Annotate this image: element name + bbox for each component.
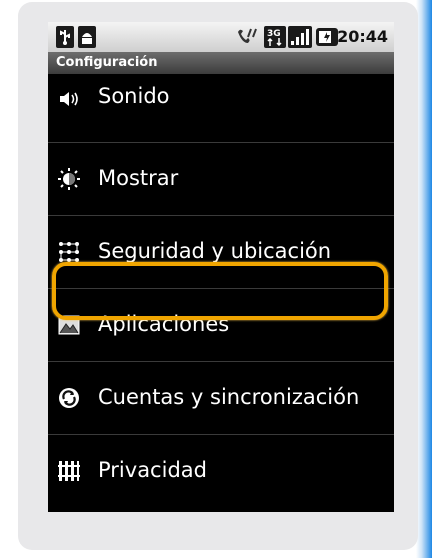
battery-icon xyxy=(316,28,338,46)
brightness-icon xyxy=(58,168,80,190)
settings-menu: Sonido Mostrar Seguridad y ubicación Apl… xyxy=(48,74,394,512)
menu-item-label: Privacidad xyxy=(98,458,207,482)
menu-item-cuentas-y-sincronizacion[interactable]: Cuentas y sincronización xyxy=(48,362,394,434)
page-title: Configuración xyxy=(48,52,394,74)
status-bar: 3G 20:44 xyxy=(48,22,394,52)
usb-icon xyxy=(56,26,74,48)
sync-icon xyxy=(59,388,79,408)
phone-screen: 3G 20:44 Configuración Sonido Mostrar Se… xyxy=(48,22,394,512)
speaker-icon xyxy=(60,92,78,106)
phone-no-signal-icon xyxy=(238,28,257,43)
menu-item-label: Sonido xyxy=(98,84,170,108)
status-time: 20:44 xyxy=(337,27,388,46)
signal-bars-icon xyxy=(288,26,312,48)
highlight-outline xyxy=(52,262,388,320)
menu-item-mostrar[interactable]: Mostrar xyxy=(48,143,394,215)
menu-item-label: Mostrar xyxy=(98,166,179,190)
menu-item-label: Seguridad y ubicación xyxy=(98,239,332,263)
svg-text:3G: 3G xyxy=(267,29,281,39)
menu-item-label: Cuentas y sincronización xyxy=(98,385,360,409)
privacy-icon xyxy=(58,461,80,481)
edge-accent xyxy=(416,0,432,558)
3g-data-icon: 3G xyxy=(264,26,286,48)
android-debug-icon xyxy=(78,26,96,48)
menu-item-privacidad[interactable]: Privacidad xyxy=(48,435,394,507)
menu-item-sonido[interactable]: Sonido xyxy=(48,74,394,124)
grid-lock-icon xyxy=(59,242,79,262)
